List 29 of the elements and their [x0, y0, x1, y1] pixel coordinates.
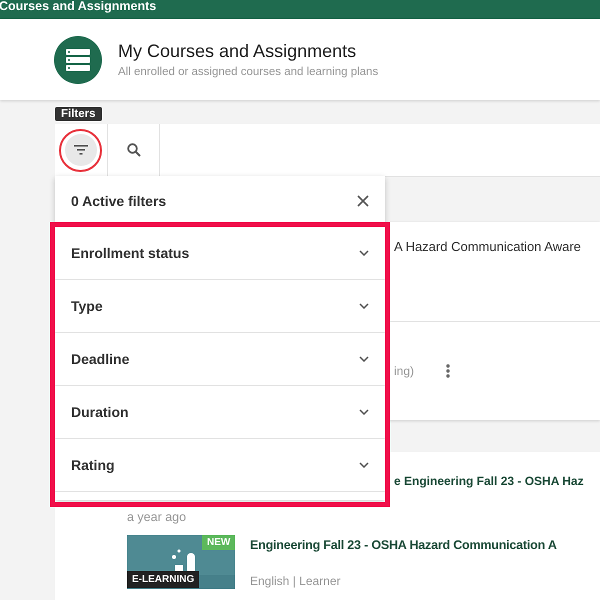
expand-icon — [359, 250, 369, 256]
expand-icon — [359, 462, 369, 468]
activity-time: a year ago — [127, 510, 186, 524]
search-icon — [126, 143, 140, 157]
close-icon — [357, 195, 369, 207]
filter-section[interactable]: Type — [55, 280, 385, 333]
page-subtitle: All enrolled or assigned courses and learning plans — [118, 66, 378, 78]
course-title[interactable]: A Hazard Communication Aware — [394, 239, 581, 254]
course-meta: ing) — [394, 364, 414, 378]
expand-icon — [359, 409, 369, 415]
course-title[interactable]: Engineering Fall 23 - OSHA Hazard Communication A — [250, 538, 557, 552]
filter-section[interactable]: Deadline — [55, 333, 385, 386]
new-badge: NEW — [202, 535, 236, 550]
filters-tooltip: Filters — [55, 107, 102, 121]
highlight-circle — [59, 129, 102, 172]
filter-section[interactable]: Enrollment status — [55, 227, 385, 280]
active-filters-count: 0 Active filters — [71, 193, 166, 209]
expand-icon — [359, 356, 369, 362]
filter-icon — [74, 145, 88, 155]
expand-icon — [359, 303, 369, 309]
filter-button[interactable] — [65, 134, 97, 166]
activity-title[interactable]: e Engineering Fall 23 - OSHA Haz — [394, 474, 584, 488]
courses-logo-icon — [54, 36, 102, 84]
course-meta: English | Learner — [250, 574, 341, 588]
page-title: My Courses and Assignments — [118, 41, 358, 62]
course-type-label: E-LEARNING — [127, 571, 200, 588]
more-icon[interactable] — [446, 364, 450, 378]
close-button[interactable] — [357, 195, 369, 207]
filter-section[interactable]: Duration — [55, 386, 385, 439]
